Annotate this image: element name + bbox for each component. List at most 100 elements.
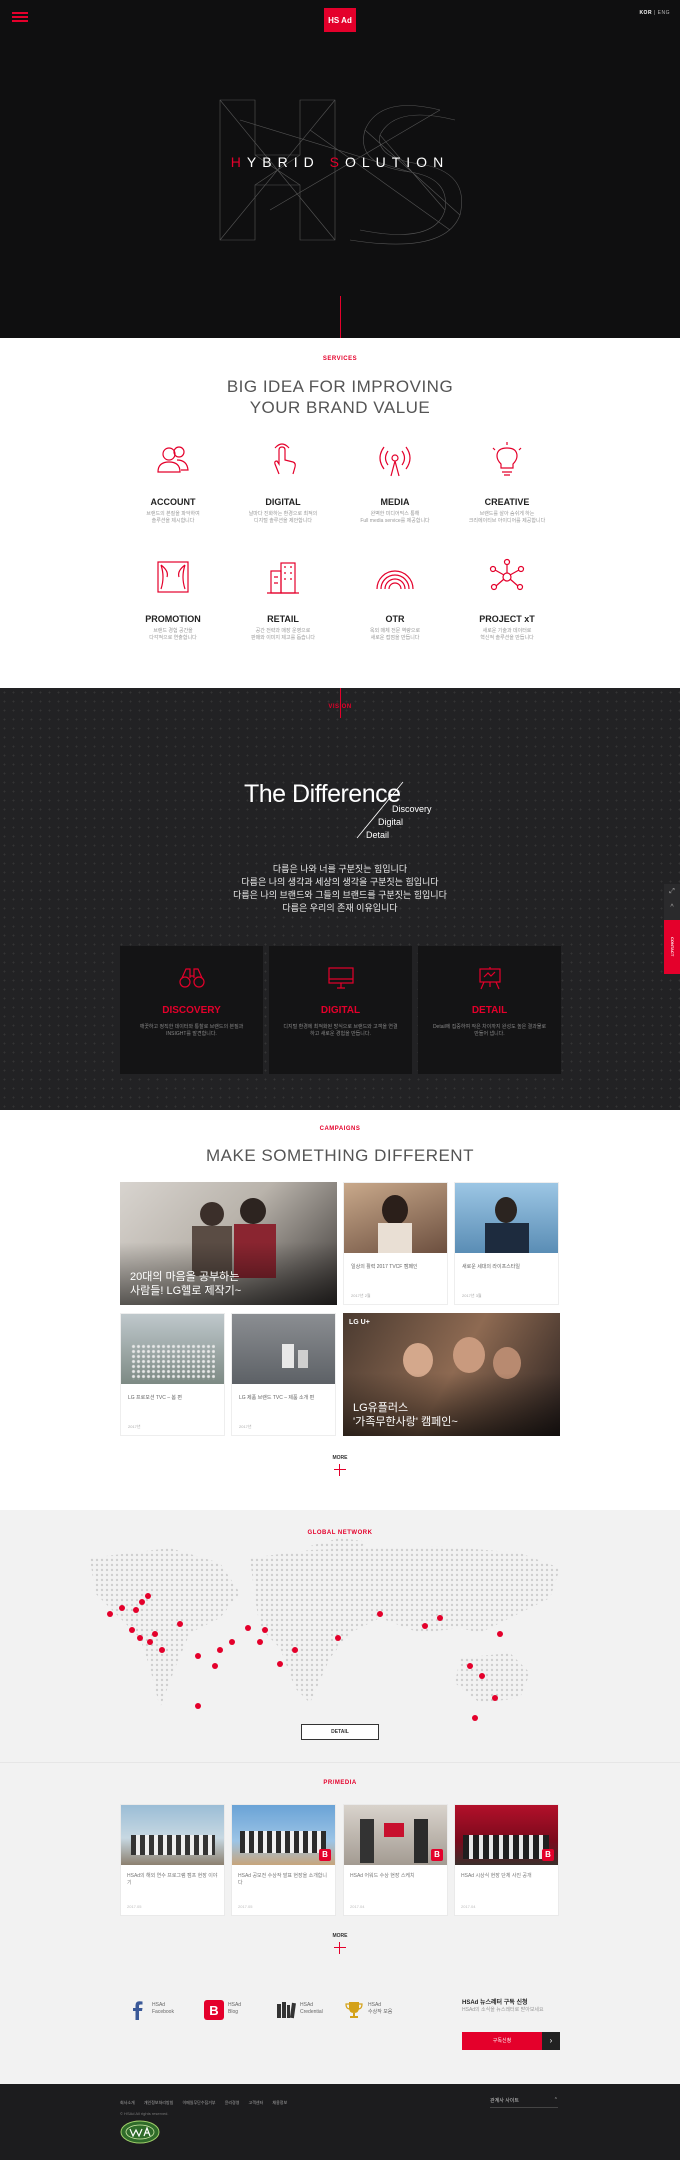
logo[interactable]: HS Ad <box>324 8 356 32</box>
network-detail-button[interactable]: DETAIL <box>301 1724 379 1740</box>
side-contact-tab[interactable]: CONTACT <box>664 920 680 974</box>
family-site-select[interactable]: 관계사 사이트 ⌃ <box>490 2097 558 2108</box>
subscribe-button[interactable]: 구독신청 <box>462 2032 542 2050</box>
hero-title-b: OLUTION <box>344 154 450 170</box>
pr-card-2[interactable]: B HSAd 공모전 수상작 발표 현장을 소개합니다 2017.05 <box>231 1804 336 1916</box>
social-blog[interactable]: B HSAd Blog <box>204 2000 284 2026</box>
service-name: PROJECT xT <box>479 614 535 624</box>
hero-section: HS Ad KOR | ENG HYBRID SOLUTION <box>0 0 680 338</box>
monitor-icon <box>327 967 354 989</box>
pr-card-1[interactable]: HSAd의 해외 연수 프로그램 캠프 현장 이야기 2017.05 <box>120 1804 225 1916</box>
service-digital[interactable]: DIGITAL 날마다 진화하는 환경으로 최적의 디지털 솔루션을 제안합니다 <box>218 440 348 525</box>
service-creative[interactable]: CREATIVE 브랜드를 살아 숨쉬게 하는 크리에이티브 아이디어를 제공합니… <box>442 440 572 525</box>
service-name: DIGITAL <box>265 497 301 507</box>
campaign-date: 2017년 3월 <box>462 1293 482 1298</box>
facebook-icon <box>133 2001 143 2020</box>
vision-sub-digital: Digital <box>378 817 404 827</box>
vision-text: 다름은 나와 너를 구분짓는 힘입니다 다름은 나의 생각과 세상의 생각을 구… <box>233 864 447 913</box>
building-icon <box>267 562 299 594</box>
campaign-text: LG 제품 브랜드 TVC – 제품 소개 편 <box>239 1395 315 1401</box>
campaign-card-small-3[interactable]: LG 프로모션 TVC – 봄 편 2017년 <box>120 1313 225 1436</box>
campaigns-more-plus-icon[interactable] <box>334 1464 346 1476</box>
service-media[interactable]: MEDIA 완벽한 미디어믹스 통해 Full media service를 제공… <box>330 440 460 525</box>
footer-link[interactable]: 고객센터 <box>249 2100 264 2105</box>
lang-sep: | <box>653 10 656 16</box>
social-facebook[interactable]: HSAd Facebook <box>128 2000 208 2026</box>
vision-label: VISION <box>328 704 352 710</box>
lgu-logo: LG U+ <box>349 1319 370 1326</box>
subscribe-arrow-icon[interactable]: › <box>542 2032 560 2050</box>
vision-divider <box>340 688 341 718</box>
pr-card-text: HSAd 시상식 현장 단체 사진 공개 <box>461 1873 532 1879</box>
social-label: HSAd Credential <box>300 2002 323 2015</box>
pr-card-text: HSAd 공모전 수상작 발표 현장을 소개합니다 <box>238 1873 328 1886</box>
pr-card-3[interactable]: B HSAd 어워드 수상 현장 스케치 2017.04 <box>343 1804 448 1916</box>
hero-title-a: YBRID <box>246 154 330 170</box>
vision-card-desc: 깨끗하고 정직한 데이터와 통찰로 브랜드의 본질과 INSIGHT를 발견합니… <box>139 1024 244 1037</box>
campaign-card-small-4[interactable]: LG 제품 브랜드 TVC – 제품 소개 편 2017년 <box>231 1313 336 1436</box>
services-label: SERVICES <box>322 356 358 362</box>
campaign-card-small-2[interactable]: 새로운 세대의 라이프스타일 2017년 3월 <box>454 1182 559 1305</box>
vision-card-digital[interactable]: DIGITAL 디지털 환경에 최적화된 방식으로 브랜드와 고객을 연결하고 … <box>269 946 412 1074</box>
vision-sub-detail: Detail <box>366 830 390 840</box>
blog-badge-icon: B <box>431 1849 443 1861</box>
campaign-caption: LG유플러스 '가족무한사랑' 캠페인~ <box>353 1402 458 1428</box>
rainbow-icon <box>376 570 414 590</box>
blog-badge-icon: B <box>319 1849 331 1861</box>
footer-links: 회사소개 개인정보처리방침 이메일무단수집거부 윤리경영 고객센터 채용정보 <box>120 2100 295 2106</box>
easel-icon <box>478 967 501 990</box>
campaign-card-big-2[interactable]: LG U+ LG유플러스 '가족무한사랑' 캠페인~ <box>343 1313 560 1436</box>
service-otr[interactable]: OTR 옥외 매체 전문 역량으로 새로운 접점을 만듭니다 <box>330 557 460 642</box>
vision-card-title: DIGITAL <box>320 1005 361 1016</box>
service-project-xt[interactable]: PROJECT xT 새로운 기술과 데이터로 혁신적 솔루션을 만듭니다 <box>442 557 572 642</box>
social-awards[interactable]: HSAd 수상작 모음 <box>344 2000 424 2026</box>
campaigns-more-label[interactable]: MORE <box>320 1455 360 1461</box>
footer-link[interactable]: 회사소개 <box>120 2100 135 2105</box>
service-desc: 브랜드를 살아 숨쉬게 하는 크리에이티브 아이디어를 제공합니다 <box>468 511 546 524</box>
pr-section <box>0 1762 680 2084</box>
social-label: HSAd Facebook <box>152 2002 174 2015</box>
footer <box>0 2084 680 2160</box>
subscribe-text: HSAd의 소식을 뉴스레터로 받아보세요 <box>462 2007 544 2013</box>
campaigns-title: MAKE SOMETHING DIFFERENT <box>206 1146 474 1165</box>
service-name: CREATIVE <box>484 497 530 507</box>
service-retail[interactable]: RETAIL 공간 전략과 매장 운영으로 판매와 이미지 제고를 돕습니다 <box>218 557 348 642</box>
footer-link[interactable]: 윤리경영 <box>225 2100 240 2105</box>
chevron-up-icon: ⌃ <box>553 2097 558 2103</box>
services-title-1: BIG IDEA FOR IMPROVING <box>226 377 454 396</box>
pr-more-label[interactable]: MORE <box>320 1933 360 1939</box>
service-desc: 날마다 진화하는 환경으로 최적의 디지털 솔루션을 제안합니다 <box>248 511 318 524</box>
share-icon[interactable]: ⤢ <box>668 888 676 896</box>
campaigns-section <box>0 1110 680 1510</box>
campaign-date: 2017년 <box>128 1424 141 1429</box>
pr-card-date: 2017.04 <box>350 1904 365 1909</box>
arrow-up-icon[interactable]: ^ <box>668 904 676 911</box>
language-switch[interactable]: KOR | ENG <box>639 10 670 16</box>
pr-card-text: HSAd 어워드 수상 현장 스케치 <box>350 1873 415 1879</box>
menu-icon[interactable] <box>12 12 28 22</box>
footer-link[interactable]: 개인정보처리방침 <box>144 2100 173 2105</box>
lang-eng[interactable]: ENG <box>658 10 670 16</box>
touch-icon <box>274 443 296 475</box>
campaign-card-small-1[interactable]: 일상의 활력 2017 TVCF 캠페인 2017년 2월 <box>343 1182 448 1305</box>
pr-card-4[interactable]: B HSAd 시상식 현장 단체 사진 공개 2017.04 <box>454 1804 559 1916</box>
lang-kor[interactable]: KOR <box>639 10 652 16</box>
wa-award-logo <box>120 2120 160 2144</box>
social-label: HSAd Blog <box>228 2002 242 2015</box>
service-desc: 새로운 기술과 데이터로 혁신적 솔루션을 만듭니다 <box>480 628 534 641</box>
pr-more-plus-icon[interactable] <box>334 1942 346 1954</box>
lightbulb-icon <box>492 442 522 476</box>
vision-card-title: DETAIL <box>471 1005 508 1016</box>
vision-card-discovery[interactable]: DISCOVERY 깨끗하고 정직한 데이터와 통찰로 브랜드의 본질과 INS… <box>120 946 263 1074</box>
footer-link[interactable]: 이메일무단수집거부 <box>182 2100 215 2105</box>
campaign-card-big-1[interactable]: 20대의 마음을 공부하는 사람들! LG헬로 제작기~ <box>120 1182 337 1305</box>
vision-card-detail[interactable]: DETAIL Detail에 집중하여 작은 차이까지 완성도 높은 결과물로 … <box>418 946 561 1074</box>
footer-link[interactable]: 채용정보 <box>272 2100 287 2105</box>
pr-card-date: 2017.05 <box>238 1904 253 1909</box>
account-icon <box>157 446 189 473</box>
service-name: RETAIL <box>267 614 299 624</box>
vision-sub-discovery: Discovery <box>392 804 432 814</box>
office-pins <box>107 1593 503 1721</box>
campaign-text: 새로운 세대의 라이프스타일 <box>462 1264 520 1270</box>
side-share-widget[interactable]: ⤢ ^ <box>664 884 680 920</box>
